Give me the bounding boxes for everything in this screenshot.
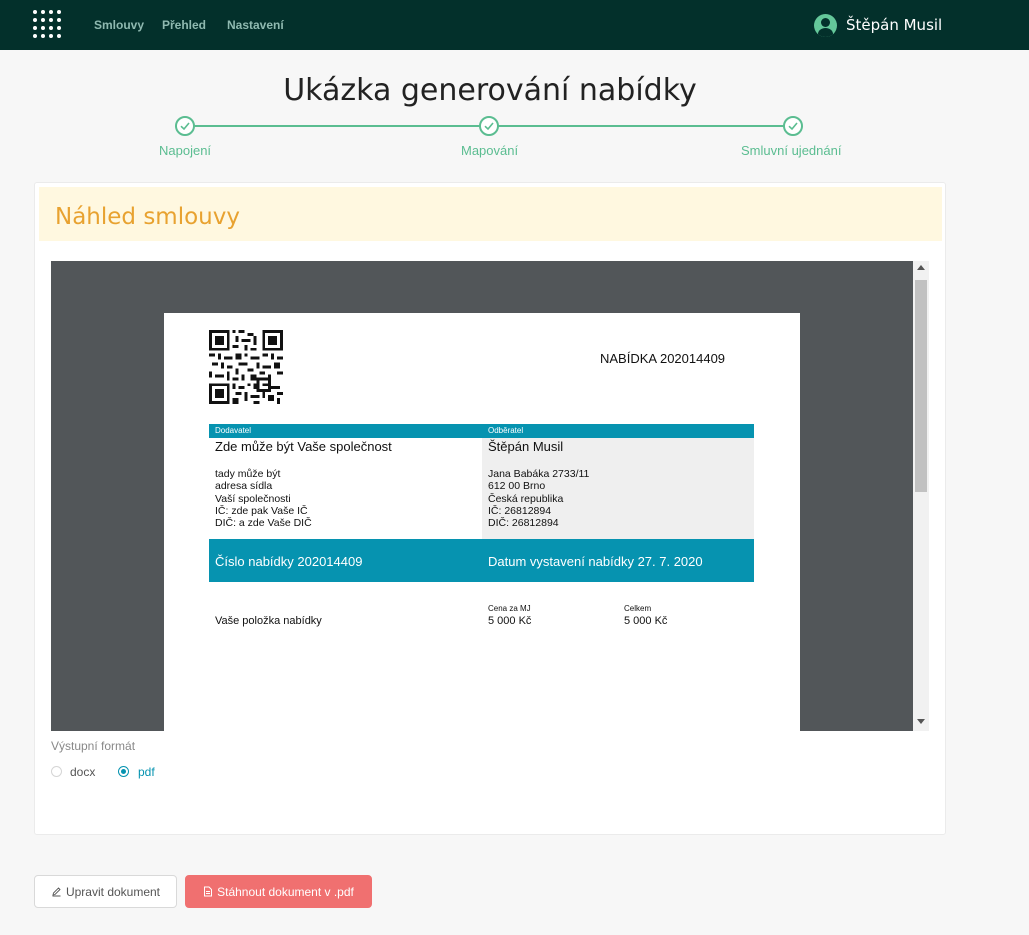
- step-check-icon: [479, 116, 499, 136]
- scroll-up-arrow-icon[interactable]: [917, 265, 925, 270]
- edit-document-label: Upravit dokument: [65, 884, 161, 899]
- preview-title: Náhled smlouvy: [55, 204, 240, 230]
- offer-number: Číslo nabídky 202014409: [215, 554, 363, 569]
- customer-name: Štěpán Musil: [488, 439, 564, 454]
- document-page: NABÍDKA 202014409 Dodavatel Odběratel Zd…: [164, 313, 800, 731]
- edit-document-button[interactable]: Upravit dokument: [34, 875, 177, 908]
- customer-address: Jana Babáka 2733/11 612 00 Brno Česká re…: [488, 468, 590, 530]
- nav-item-nastaveni[interactable]: Nastavení: [227, 18, 284, 32]
- customer-label: Odběratel: [488, 426, 524, 435]
- item-name: Vaše položka nabídky: [215, 615, 322, 627]
- step-label-mapovani: Mapování: [461, 143, 519, 158]
- radio-label-docx[interactable]: docx: [70, 765, 95, 779]
- radio-label-pdf[interactable]: pdf: [138, 765, 155, 779]
- supplier-address: tady může být adresa sídla Vaší společno…: [215, 468, 312, 530]
- scroll-thumb[interactable]: [915, 280, 927, 492]
- pencil-icon: [52, 887, 61, 897]
- page-title: Ukázka generování nabídky: [283, 73, 697, 108]
- download-document-button[interactable]: Stáhnout dokument v .pdf: [185, 875, 372, 908]
- offer-title: NABÍDKA 202014409: [600, 351, 726, 366]
- supplier-label: Dodavatel: [215, 426, 252, 435]
- qr-code-icon: [209, 330, 283, 404]
- issue-date: Datum vystavení nabídky 27. 7. 2020: [488, 554, 703, 569]
- preview-card-header: Náhled smlouvy: [39, 187, 942, 241]
- file-icon: [204, 886, 213, 897]
- radio-pdf[interactable]: [118, 766, 129, 777]
- step-check-icon: [783, 116, 803, 136]
- item-total: 5 000 Kč: [624, 615, 668, 627]
- output-format-label: Výstupní formát: [51, 739, 136, 753]
- supplier-name: Zde může být Vaše společnost: [215, 439, 392, 454]
- radio-docx[interactable]: [51, 766, 62, 777]
- step-label-smluvni-ujednani: Smluvní ujednání: [741, 143, 842, 158]
- apps-grid-icon[interactable]: [33, 10, 61, 38]
- party-header-bar: [209, 424, 754, 438]
- preview-card: Náhled smlouvy NABÍDKA 202014409 Dodavat…: [34, 182, 946, 835]
- step-check-icon: [175, 116, 195, 136]
- user-menu[interactable]: Štěpán Musil: [814, 13, 942, 37]
- viewer-scrollbar[interactable]: [913, 261, 929, 731]
- user-name: Štěpán Musil: [846, 16, 943, 34]
- nav-item-smlouvy[interactable]: Smlouvy: [94, 18, 144, 32]
- scroll-down-arrow-icon[interactable]: [917, 719, 925, 724]
- nav-item-prehled[interactable]: Přehled: [162, 18, 206, 32]
- step-label-napojeni: Napojení: [159, 143, 212, 158]
- top-navbar: Smlouvy Přehled Nastavení Štěpán Musil: [0, 0, 1029, 50]
- item-unit-price: 5 000 Kč: [488, 615, 532, 627]
- download-document-label: Stáhnout dokument v .pdf: [217, 884, 354, 899]
- unit-price-header: Cena za MJ: [488, 604, 531, 613]
- user-avatar-icon: [814, 13, 837, 37]
- total-header: Celkem: [624, 604, 652, 613]
- pdf-viewer[interactable]: NABÍDKA 202014409 Dodavatel Odběratel Zd…: [51, 261, 929, 731]
